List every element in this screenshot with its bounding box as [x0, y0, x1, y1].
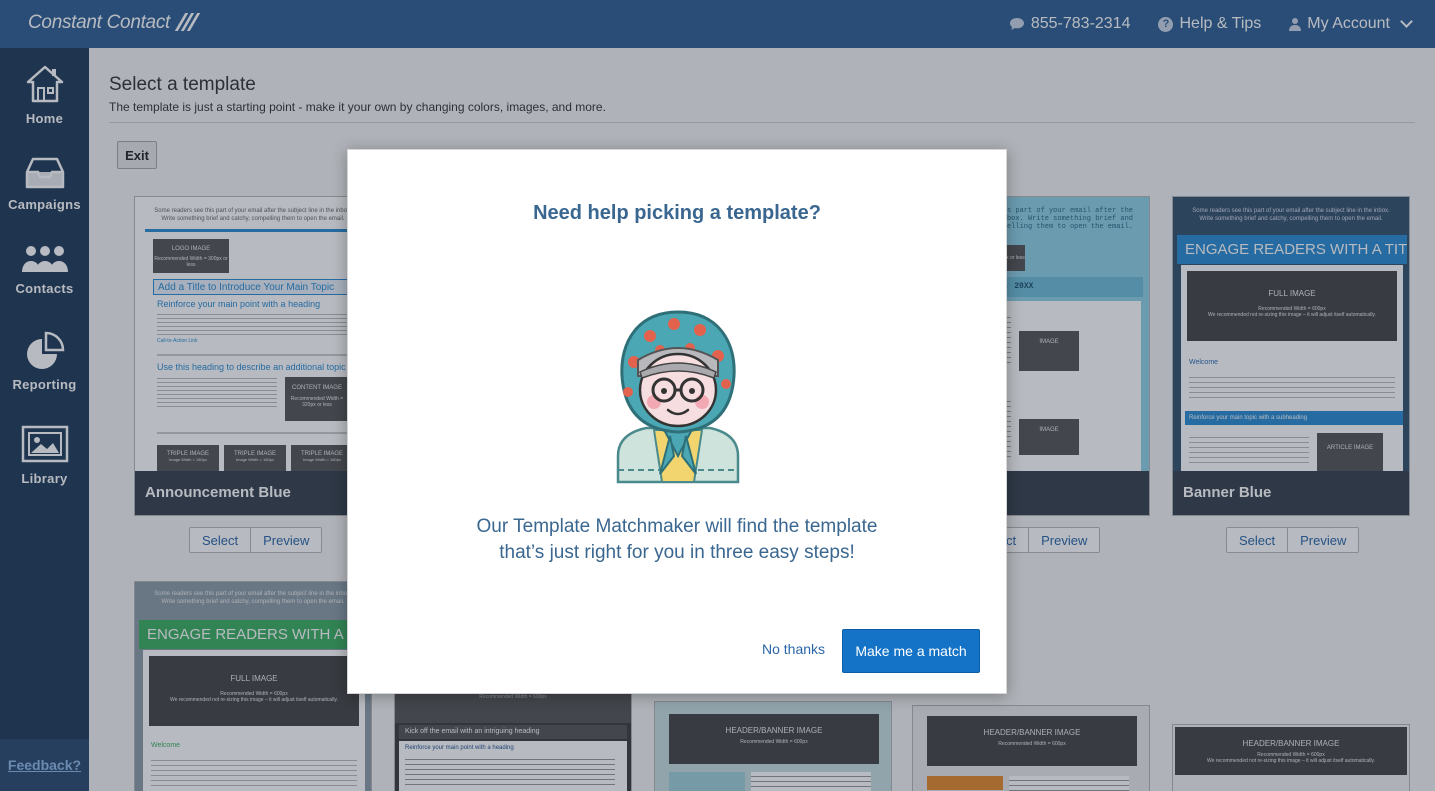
no-thanks-link[interactable]: No thanks [762, 641, 825, 657]
template-matchmaker-dialog: Need help picking a template? Our Templa… [347, 149, 1007, 694]
dialog-message-line-1: Our Template Matchmaker will find the te… [476, 516, 878, 537]
dialog-message: Our Template Matchmaker will find the te… [348, 514, 1006, 566]
make-me-a-match-button[interactable]: Make me a match [842, 629, 980, 673]
dialog-title: Need help picking a template? [533, 202, 821, 224]
dialog-message-line-2: that’s just right for you in three easy … [499, 542, 855, 563]
matchmaker-grandma-icon [616, 310, 740, 484]
